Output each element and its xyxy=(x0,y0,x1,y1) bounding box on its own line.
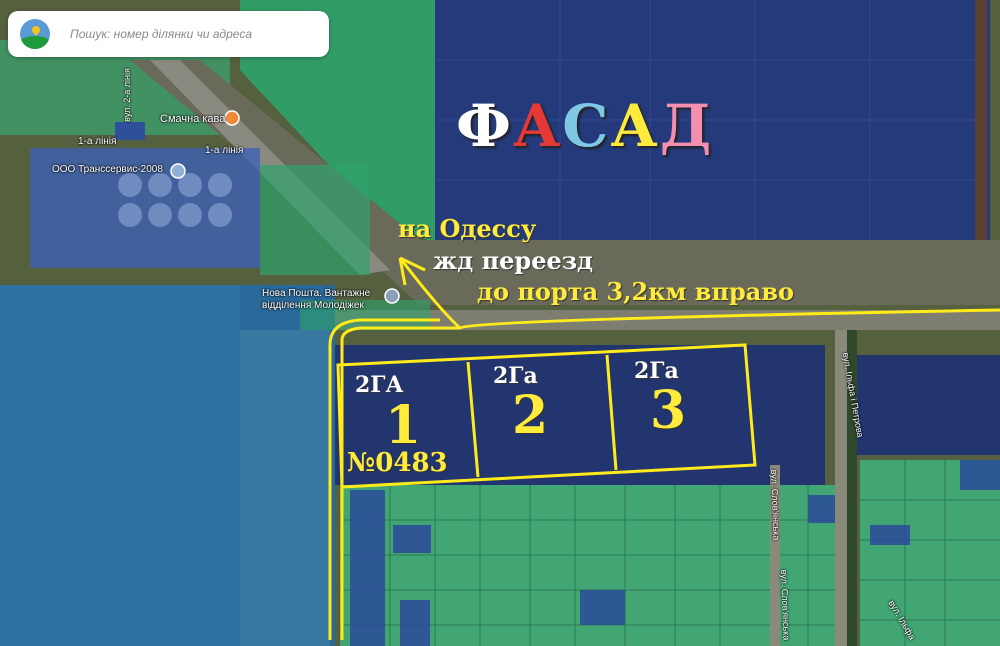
plot-1-number[interactable]: 1 xyxy=(385,395,421,456)
search-input[interactable] xyxy=(68,26,312,42)
cafe-pin-icon[interactable] xyxy=(224,110,240,126)
company-pin-icon[interactable] xyxy=(170,163,186,179)
plot-1-cadastre: №0483 xyxy=(347,448,448,478)
facade-title: ФАСАД xyxy=(456,92,713,160)
plot-2-number[interactable]: 2 xyxy=(512,385,548,446)
search-bar xyxy=(8,11,329,57)
facade-letter: А xyxy=(610,92,660,160)
facade-letter: А xyxy=(513,92,563,160)
map-label-street: вул. 2-а лінія xyxy=(121,68,132,122)
facade-letter: Д xyxy=(659,92,714,160)
rail-crossing-label: жд переезд xyxy=(433,246,594,275)
map-label-nova-poshta[interactable]: Нова Пошта. Вантажне відділення Молодіже… xyxy=(262,288,392,312)
facade-letter: С xyxy=(562,92,611,160)
map-label-street: 1-а лінія xyxy=(78,136,117,147)
map-label-cafe[interactable]: Смачна кава xyxy=(160,113,225,125)
to-odessa-label: на Одессу xyxy=(398,214,537,243)
app-logo-icon[interactable] xyxy=(20,19,50,49)
to-port-label: до порта 3,2км вправо xyxy=(477,277,795,306)
map-label-street: 1-а лінія xyxy=(205,145,244,156)
plot-3-number[interactable]: 3 xyxy=(650,380,686,441)
map-label-company[interactable]: ООО Транссервис-2008 xyxy=(52,164,163,175)
facade-letter: Ф xyxy=(456,92,514,160)
